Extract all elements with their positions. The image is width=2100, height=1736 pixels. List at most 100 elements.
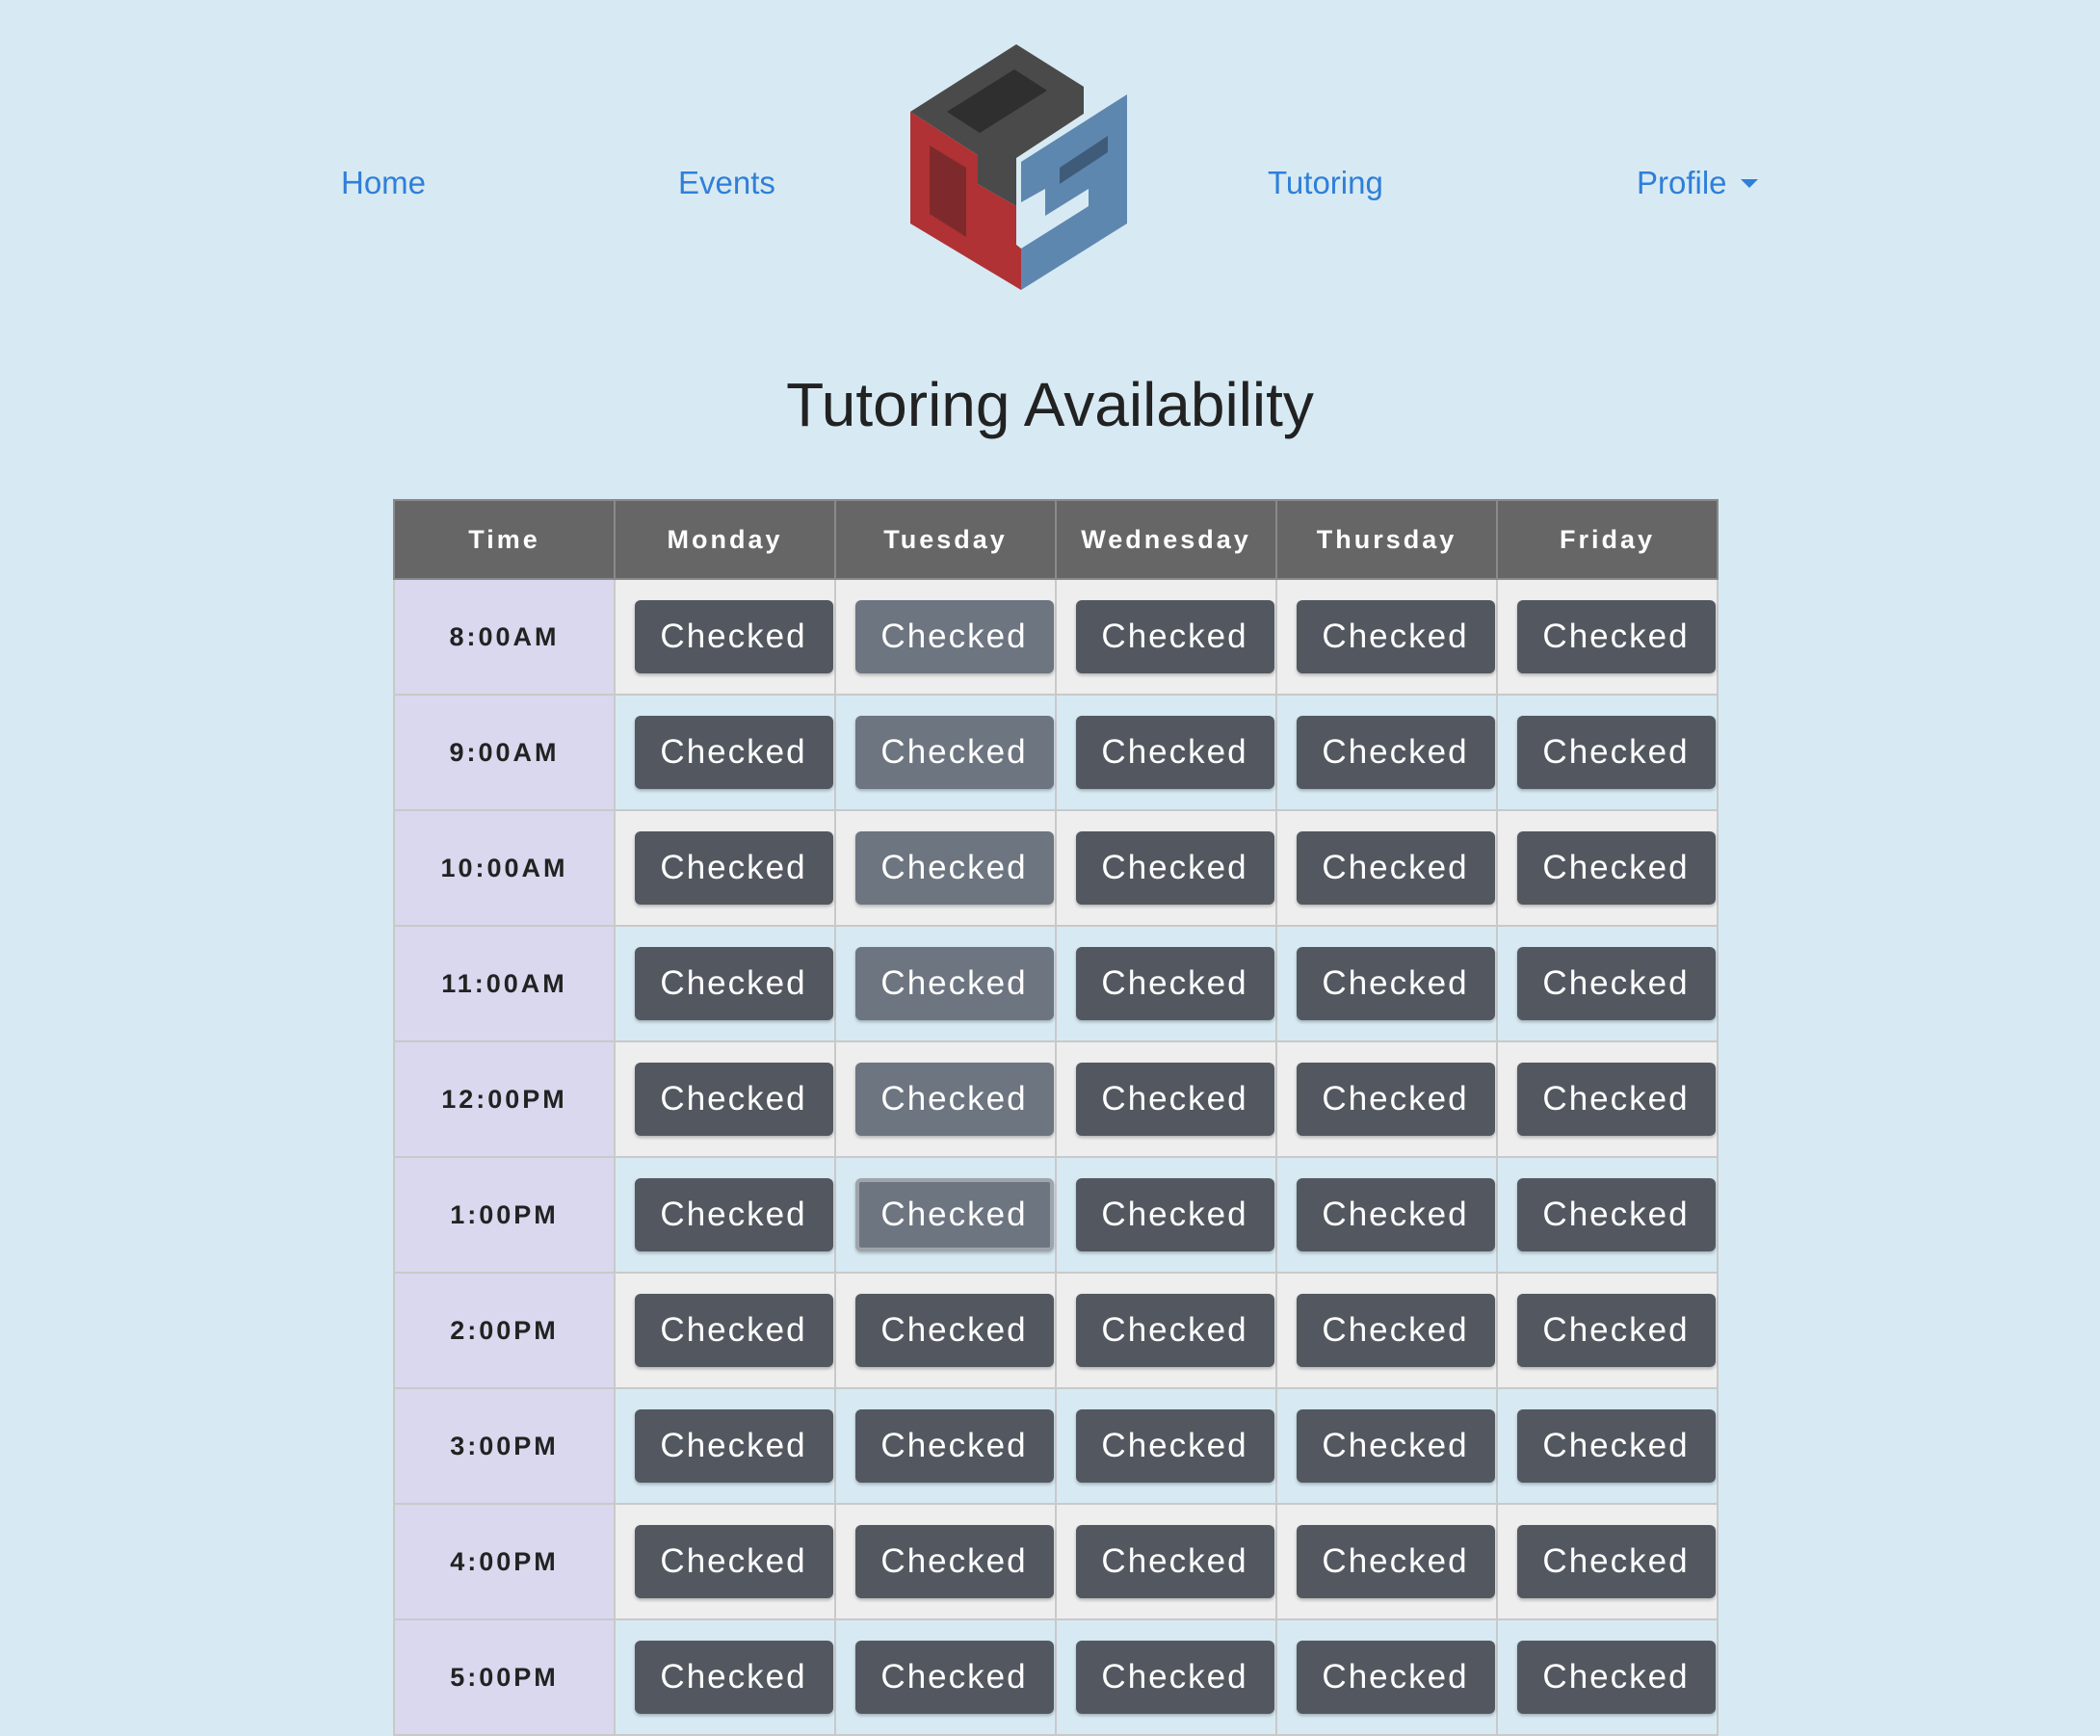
slot-toggle-button[interactable]: Checked [1516, 1178, 1716, 1251]
slot-toggle-button[interactable]: Checked [1075, 1294, 1274, 1367]
slot-toggle-button[interactable]: Checked [1516, 947, 1716, 1020]
slot-toggle-button[interactable]: Checked [634, 600, 833, 673]
slot-cell-thursday: Checked [1275, 925, 1498, 1042]
slot-toggle-button[interactable]: Checked [1516, 831, 1716, 905]
availability-table: Time Monday Tuesday Wednesday Thursday F… [393, 499, 1719, 1736]
table-row: 4:00PM Checked Checked Checked Checked Checke… [393, 1503, 1719, 1620]
slot-toggle-button[interactable]: Checked [854, 1063, 1054, 1136]
slot-cell-tuesday: Checked [834, 809, 1057, 927]
slot-toggle-button[interactable]: Checked [1075, 600, 1274, 673]
slot-toggle-button[interactable]: Checked [1296, 1409, 1495, 1483]
slot-toggle-button[interactable]: Checked [1296, 716, 1495, 789]
slot-toggle-button[interactable]: Checked [634, 831, 833, 905]
header-wednesday: Wednesday [1055, 499, 1277, 580]
slot-cell-wednesday: Checked [1055, 1156, 1277, 1274]
slot-cell-monday: Checked [614, 694, 836, 811]
slot-cell-monday: Checked [614, 1040, 836, 1158]
slot-toggle-button[interactable]: Checked [634, 947, 833, 1020]
slot-toggle-button[interactable]: Checked [854, 1409, 1054, 1483]
slot-cell-tuesday: Checked [834, 1618, 1057, 1736]
slot-toggle-button[interactable]: Checked [854, 831, 1054, 905]
slot-toggle-button[interactable]: Checked [1075, 1063, 1274, 1136]
slot-toggle-button[interactable]: Checked [1075, 947, 1274, 1020]
slot-toggle-button[interactable]: Checked [634, 1178, 833, 1251]
slot-toggle-button[interactable]: Checked [1075, 1641, 1274, 1714]
header-time: Time [393, 499, 616, 580]
slot-cell-friday: Checked [1496, 809, 1719, 927]
slot-cell-thursday: Checked [1275, 1040, 1498, 1158]
slot-cell-thursday: Checked [1275, 1618, 1498, 1736]
slot-cell-monday: Checked [614, 1387, 836, 1505]
header-thursday: Thursday [1275, 499, 1498, 580]
slot-toggle-button[interactable]: Checked [1516, 600, 1716, 673]
table-row: 2:00PM Checked Checked Checked Checked Checke… [393, 1272, 1719, 1389]
slot-toggle-button[interactable]: Checked [634, 1409, 833, 1483]
slot-cell-monday: Checked [614, 1618, 836, 1736]
time-cell: 3:00PM [393, 1387, 616, 1505]
slot-toggle-button[interactable]: Checked [1516, 716, 1716, 789]
slot-toggle-button[interactable]: Checked [1516, 1641, 1716, 1714]
caret-down-icon [1740, 178, 1758, 188]
top-navbar: Home Events Tutoring Profile [0, 0, 2100, 318]
slot-toggle-button[interactable]: Checked [854, 1178, 1054, 1251]
slot-cell-monday: Checked [614, 1503, 836, 1620]
page-title: Tutoring Availability [786, 370, 1314, 439]
slot-toggle-button[interactable]: Checked [1296, 1525, 1495, 1598]
slot-toggle-button[interactable]: Checked [1516, 1409, 1716, 1483]
slot-toggle-button[interactable]: Checked [854, 716, 1054, 789]
slot-toggle-button[interactable]: Checked [634, 716, 833, 789]
slot-toggle-button[interactable]: Checked [854, 600, 1054, 673]
slot-cell-tuesday: Checked [834, 925, 1057, 1042]
table-row: 8:00AM Checked Checked Checked Checked Checke… [393, 578, 1719, 696]
slot-toggle-button[interactable]: Checked [1075, 831, 1274, 905]
header-friday: Friday [1496, 499, 1719, 580]
nav-tutoring-link[interactable]: Tutoring [1268, 164, 1383, 202]
time-cell: 10:00AM [393, 809, 616, 927]
slot-toggle-button[interactable]: Checked [634, 1641, 833, 1714]
table-row: 10:00AM Checked Checked Checked Checked Check… [393, 809, 1719, 927]
slot-cell-thursday: Checked [1275, 1156, 1498, 1274]
header-monday: Monday [614, 499, 836, 580]
slot-toggle-button[interactable]: Checked [634, 1525, 833, 1598]
slot-toggle-button[interactable]: Checked [1075, 1409, 1274, 1483]
time-cell: 8:00AM [393, 578, 616, 696]
slot-cell-wednesday: Checked [1055, 1040, 1277, 1158]
slot-cell-thursday: Checked [1275, 578, 1498, 696]
slot-cell-tuesday: Checked [834, 1156, 1057, 1274]
slot-toggle-button[interactable]: Checked [1075, 1525, 1274, 1598]
slot-toggle-button[interactable]: Checked [1296, 947, 1495, 1020]
slot-toggle-button[interactable]: Checked [634, 1294, 833, 1367]
slot-toggle-button[interactable]: Checked [1296, 1178, 1495, 1251]
time-cell: 12:00PM [393, 1040, 616, 1158]
header-tuesday: Tuesday [834, 499, 1057, 580]
slot-toggle-button[interactable]: Checked [1296, 1294, 1495, 1367]
cps-cube-logo-icon[interactable] [910, 44, 1127, 290]
slot-toggle-button[interactable]: Checked [1296, 1641, 1495, 1714]
slot-toggle-button[interactable]: Checked [1075, 716, 1274, 789]
slot-cell-friday: Checked [1496, 1040, 1719, 1158]
slot-cell-monday: Checked [614, 1156, 836, 1274]
slot-cell-tuesday: Checked [834, 694, 1057, 811]
slot-toggle-button[interactable]: Checked [854, 1641, 1054, 1714]
slot-cell-wednesday: Checked [1055, 1272, 1277, 1389]
slot-toggle-button[interactable]: Checked [1296, 1063, 1495, 1136]
slot-toggle-button[interactable]: Checked [1516, 1525, 1716, 1598]
slot-cell-wednesday: Checked [1055, 925, 1277, 1042]
slot-toggle-button[interactable]: Checked [634, 1063, 833, 1136]
slot-cell-monday: Checked [614, 1272, 836, 1389]
time-cell: 5:00PM [393, 1618, 616, 1736]
nav-profile-dropdown[interactable]: Profile [1637, 164, 1758, 202]
nav-home-link[interactable]: Home [341, 164, 426, 202]
nav-events-link[interactable]: Events [678, 164, 775, 202]
slot-cell-wednesday: Checked [1055, 809, 1277, 927]
slot-cell-friday: Checked [1496, 578, 1719, 696]
slot-toggle-button[interactable]: Checked [854, 947, 1054, 1020]
slot-toggle-button[interactable]: Checked [1296, 831, 1495, 905]
slot-toggle-button[interactable]: Checked [1296, 600, 1495, 673]
slot-toggle-button[interactable]: Checked [854, 1294, 1054, 1367]
slot-toggle-button[interactable]: Checked [1075, 1178, 1274, 1251]
slot-toggle-button[interactable]: Checked [1516, 1294, 1716, 1367]
slot-cell-thursday: Checked [1275, 1387, 1498, 1505]
slot-toggle-button[interactable]: Checked [1516, 1063, 1716, 1136]
slot-toggle-button[interactable]: Checked [854, 1525, 1054, 1598]
